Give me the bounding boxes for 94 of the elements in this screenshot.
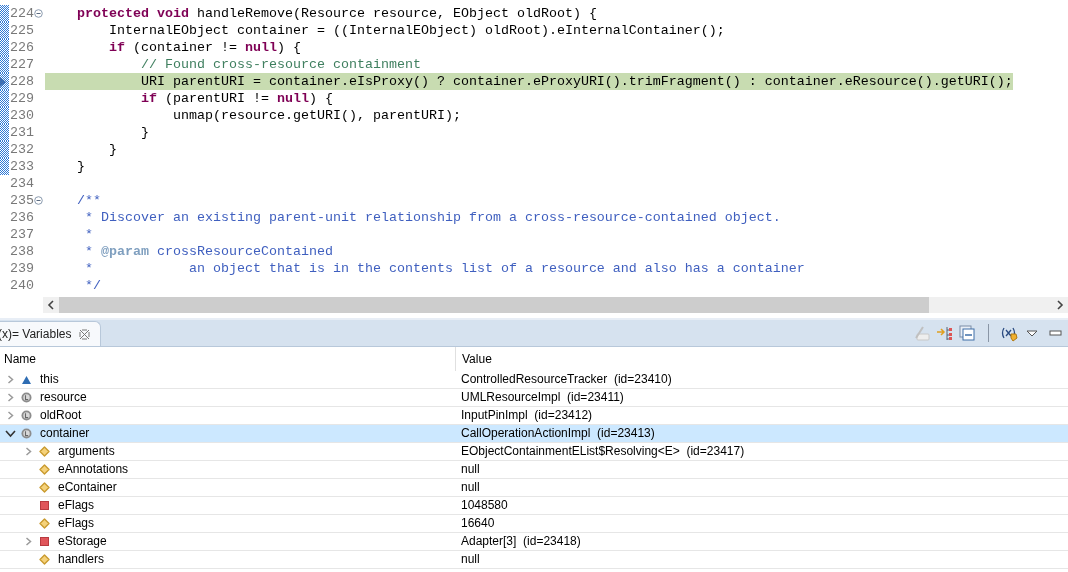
variable-name: eFlags bbox=[58, 515, 95, 532]
code-line: unmap(resource.getURI(), parentURI); bbox=[171, 107, 462, 124]
variable-row[interactable]: eStorage Adapter[3] (id=23418) bbox=[0, 533, 1068, 551]
line-number: 226 bbox=[9, 39, 34, 56]
variable-name: oldRoot bbox=[40, 407, 82, 424]
variable-name: this bbox=[40, 371, 59, 388]
variable-value: null bbox=[461, 480, 480, 494]
fold-icon[interactable] bbox=[34, 9, 43, 18]
variable-name: container bbox=[40, 425, 90, 442]
triangle-icon bbox=[20, 374, 32, 385]
scroll-left-button[interactable] bbox=[43, 297, 59, 313]
variable-value: null bbox=[461, 462, 480, 476]
variable-name: eContainer bbox=[58, 479, 117, 496]
variable-value: null bbox=[461, 552, 480, 566]
expand-chevron-icon[interactable] bbox=[5, 411, 15, 420]
variable-row[interactable]: eContainer null bbox=[0, 479, 1068, 497]
variable-row[interactable]: eFlags 16640 bbox=[0, 515, 1068, 533]
line-number: 228 bbox=[9, 73, 34, 90]
code-line: // Found cross-resource containment bbox=[139, 56, 422, 73]
line-number: 230 bbox=[9, 107, 34, 124]
local-variable-icon bbox=[20, 392, 32, 403]
variable-row[interactable]: arguments EObjectContainmentEList$Resolving<E> (id=23417) bbox=[0, 443, 1068, 461]
line-number: 224 bbox=[9, 5, 34, 22]
close-icon[interactable] bbox=[79, 328, 91, 340]
code-line: if (parentURI != null) { bbox=[139, 90, 334, 107]
variable-row[interactable]: handlers null bbox=[0, 551, 1068, 569]
variable-row[interactable]: resource UMLResourceImpl (id=23411) bbox=[0, 389, 1068, 407]
line-number: 235 bbox=[9, 192, 34, 209]
code-line: protected void handleRemove(Resource resource, EObject oldRoot) { bbox=[76, 5, 598, 22]
line-number: 232 bbox=[9, 141, 34, 158]
variable-value: CallOperationActionImpl (id=23413) bbox=[461, 426, 655, 440]
variable-value: ControlledResourceTracker (id=23410) bbox=[461, 372, 672, 386]
scrollbar-thumb[interactable] bbox=[59, 297, 929, 313]
diamond-icon bbox=[38, 518, 50, 529]
code-line: * an object that is in the contents list of a resource and also has a container bbox=[84, 260, 806, 277]
variable-value: 1048580 bbox=[461, 498, 508, 512]
variable-value: 16640 bbox=[461, 516, 495, 530]
code-line: } bbox=[108, 141, 118, 158]
variable-row[interactable]: container CallOperationActionImpl (id=23413) bbox=[0, 425, 1068, 443]
local-variable-icon bbox=[20, 410, 32, 421]
line-number: 231 bbox=[9, 124, 34, 141]
line-number: 238 bbox=[9, 243, 34, 260]
variable-value: EObjectContainmentEList$Resolving<E> (id=23417) bbox=[461, 444, 745, 458]
variable-name: eStorage bbox=[58, 533, 107, 550]
line-number: 240 bbox=[9, 277, 34, 294]
variable-value: InputPinImpl (id=23412) bbox=[461, 408, 593, 422]
variable-row[interactable]: eFlags 1048580 bbox=[0, 497, 1068, 515]
chevron-right-icon bbox=[1056, 300, 1064, 310]
square-icon bbox=[38, 536, 50, 547]
collapse-all-icon[interactable] bbox=[959, 324, 976, 342]
code-line: * bbox=[84, 226, 94, 243]
expand-chevron-icon[interactable] bbox=[23, 537, 33, 546]
expand-chevron-icon[interactable] bbox=[5, 375, 15, 384]
column-header[interactable]: Name bbox=[0, 347, 455, 371]
collapse-chevron-icon[interactable] bbox=[4, 428, 16, 439]
line-number: 236 bbox=[9, 209, 34, 226]
line-number: 229 bbox=[9, 90, 34, 107]
fold-icon[interactable] bbox=[34, 196, 43, 205]
scroll-right-button[interactable] bbox=[1052, 297, 1068, 313]
chevron-left-icon bbox=[47, 300, 55, 310]
line-number: 237 bbox=[9, 226, 34, 243]
variable-name: eFlags bbox=[58, 497, 95, 514]
line-number: 239 bbox=[9, 260, 34, 277]
diamond-icon bbox=[38, 464, 50, 475]
code-line: */ bbox=[84, 277, 102, 294]
code-line: } bbox=[139, 124, 150, 141]
code-line: * @param crossResourceContained bbox=[84, 243, 334, 260]
code-line: /** bbox=[76, 192, 102, 209]
code-line: } bbox=[76, 158, 86, 175]
variable-name: resource bbox=[40, 389, 87, 406]
expand-chevron-icon[interactable] bbox=[5, 393, 15, 402]
variable-name: eAnnotations bbox=[58, 461, 129, 478]
code-line: if (container != null) { bbox=[108, 39, 302, 56]
diamond-icon bbox=[38, 482, 50, 493]
pencil-icon[interactable] bbox=[913, 324, 930, 342]
local-variable-icon bbox=[20, 428, 32, 439]
variable-row[interactable]: eAnnotations null bbox=[0, 461, 1068, 479]
diamond-icon bbox=[38, 446, 50, 457]
arrow-tree-icon[interactable] bbox=[936, 324, 953, 342]
square-icon bbox=[38, 500, 50, 511]
variable-value: UMLResourceImpl (id=23411) bbox=[461, 390, 624, 404]
variable-name: arguments bbox=[58, 443, 115, 460]
line-number: 234 bbox=[9, 175, 34, 192]
diamond-icon bbox=[38, 554, 50, 565]
code-line: InternalEObject container = ((InternalEObject) oldRoot).eInternalContainer(); bbox=[108, 22, 726, 39]
variable-name: handlers bbox=[58, 551, 105, 568]
line-number: 233 bbox=[9, 158, 34, 175]
line-number: 225 bbox=[9, 22, 34, 39]
code-line: * Discover an existing parent-unit relationship from a cross-resource-contained object. bbox=[84, 209, 782, 226]
line-number: 227 bbox=[9, 56, 34, 73]
expand-chevron-icon[interactable] bbox=[23, 447, 33, 456]
column-header[interactable]: Value bbox=[455, 347, 1068, 371]
variable-row[interactable]: this ControlledResourceTracker (id=23410) bbox=[0, 371, 1068, 389]
variable-value: Adapter[3] (id=23418) bbox=[461, 534, 581, 548]
